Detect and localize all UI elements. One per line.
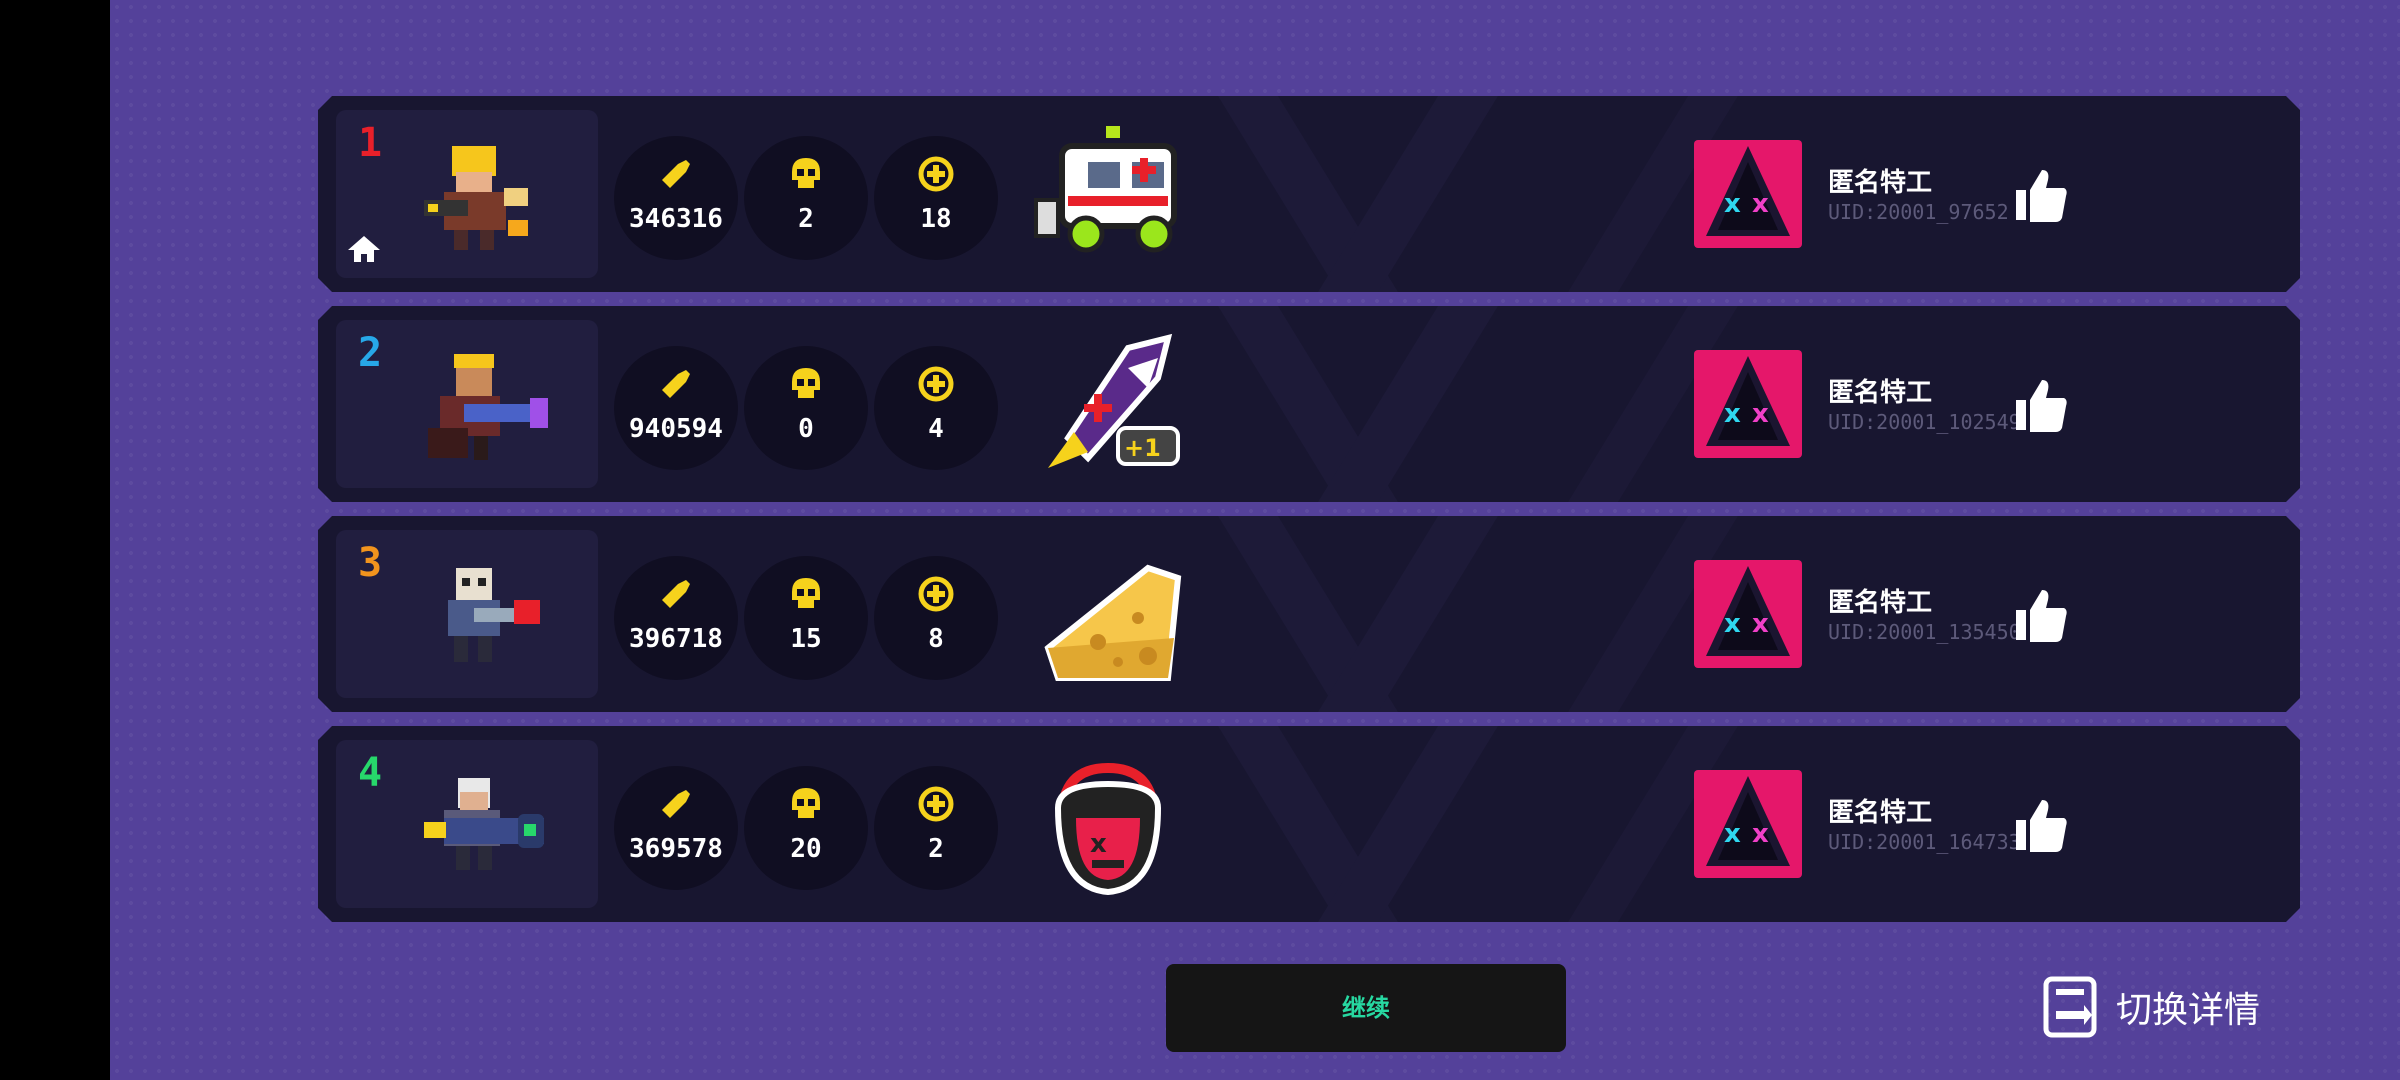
player-uid: UID:20001_97652	[1828, 200, 2009, 224]
ammo-stat: 940594	[614, 346, 738, 470]
svg-text:x: x	[1724, 189, 1741, 219]
ammo-value: 346316	[629, 204, 723, 234]
hero-panel: 4	[336, 740, 598, 908]
svg-text:x: x	[1752, 819, 1769, 849]
continue-button[interactable]: 继续	[1166, 964, 1566, 1052]
leaderboard-row: 1 346316 2 18 x x 匿名特工 UID:20001_97652	[318, 96, 2300, 292]
skull-icon	[786, 574, 826, 614]
svg-text:x: x	[1090, 829, 1107, 859]
svg-text:x: x	[1724, 399, 1741, 429]
rank-number: 4	[358, 750, 383, 796]
bullet-icon	[656, 364, 696, 404]
heals-value: 18	[920, 204, 952, 234]
hooded-agent-icon: x x	[1694, 770, 1802, 878]
skull-icon	[786, 154, 826, 194]
player-name: 匿名特工	[1828, 588, 1933, 618]
kills-value: 2	[798, 204, 814, 234]
game-screen: 1 346316 2 18 x x 匿名特工 UID:20001_97652 2…	[110, 0, 2400, 1080]
heals-stat: 4	[874, 346, 998, 470]
switch-details-label: 切换详情	[2116, 990, 2261, 1031]
kills-stat: 0	[744, 346, 868, 470]
heals-value: 4	[928, 414, 944, 444]
player-uid: UID:20001_164733	[1828, 830, 2021, 854]
switch-details-icon	[2043, 976, 2097, 1038]
bullet-icon	[656, 154, 696, 194]
leaderboard-row: 4 369578 20 2 x x x 匿名特工 UID:20001_16473…	[318, 726, 2300, 922]
player-name: 匿名特工	[1828, 168, 1933, 198]
hooded-agent-icon: x x	[1694, 350, 1802, 458]
hero-sprite-icon	[414, 548, 554, 688]
rank-number: 1	[358, 120, 383, 166]
svg-text:x: x	[1724, 609, 1741, 639]
ambulance-icon	[1028, 118, 1188, 270]
skull-icon	[786, 364, 826, 404]
ammo-value: 940594	[629, 414, 723, 444]
hero-panel: 3	[336, 530, 598, 698]
player-avatar: x x	[1694, 770, 1802, 878]
player-uid: UID:20001_135450	[1828, 620, 2021, 644]
player-avatar: x x	[1694, 560, 1802, 668]
hero-panel: 1	[336, 110, 598, 278]
kills-stat: 15	[744, 556, 868, 680]
hooded-agent-icon: x x	[1694, 560, 1802, 668]
bullet-icon	[656, 784, 696, 824]
thumbs-up-icon[interactable]	[2010, 584, 2072, 646]
plus-circle-icon	[916, 574, 956, 614]
player-avatar: x x	[1694, 140, 1802, 248]
ammo-stat: 346316	[614, 136, 738, 260]
thumbs-up-icon[interactable]	[2010, 794, 2072, 856]
rank-number: 3	[358, 540, 383, 586]
hero-sprite-icon	[414, 128, 554, 268]
thumbs-up-icon[interactable]	[2010, 374, 2072, 436]
kills-value: 20	[790, 834, 822, 864]
bullet-icon	[656, 574, 696, 614]
ammo-stat: 396718	[614, 556, 738, 680]
heals-value: 2	[928, 834, 944, 864]
heals-stat: 2	[874, 766, 998, 890]
player-name: 匿名特工	[1828, 378, 1933, 408]
home-icon	[346, 232, 382, 266]
ammo-stat: 369578	[614, 766, 738, 890]
leaderboard-row: 2 940594 0 4 +1 x x 匿名特工 UID:20001_10254…	[318, 306, 2300, 502]
hero-sprite-icon	[414, 758, 554, 898]
skull-icon	[786, 784, 826, 824]
svg-text:+1: +1	[1124, 434, 1161, 462]
plus-circle-icon	[916, 364, 956, 404]
player-avatar: x x	[1694, 350, 1802, 458]
heals-stat: 18	[874, 136, 998, 260]
ammo-value: 396718	[629, 624, 723, 654]
kills-stat: 2	[744, 136, 868, 260]
player-name: 匿名特工	[1828, 798, 1933, 828]
kills-value: 15	[790, 624, 822, 654]
svg-text:x: x	[1752, 399, 1769, 429]
rank-number: 2	[358, 330, 383, 376]
thumbs-up-icon[interactable]	[2010, 164, 2072, 226]
leaderboard-row: 3 396718 15 8 x x 匿名特工 UID:20001_135450	[318, 516, 2300, 712]
plus-circle-icon	[916, 154, 956, 194]
switch-details-button[interactable]: 切换详情	[2042, 972, 2260, 1042]
kills-value: 0	[798, 414, 814, 444]
hero-sprite-icon	[414, 338, 554, 478]
plus-circle-icon	[916, 784, 956, 824]
svg-text:x: x	[1752, 609, 1769, 639]
svg-text:x: x	[1752, 189, 1769, 219]
heals-value: 8	[928, 624, 944, 654]
devil-headphones-icon: x	[1028, 748, 1188, 900]
hooded-agent-icon: x x	[1694, 140, 1802, 248]
player-uid: UID:20001_102549	[1828, 410, 2021, 434]
heals-stat: 8	[874, 556, 998, 680]
ammo-value: 369578	[629, 834, 723, 864]
kills-stat: 20	[744, 766, 868, 890]
cheese-icon	[1028, 538, 1188, 690]
shark-rocket-icon: +1	[1028, 328, 1188, 480]
svg-text:x: x	[1724, 819, 1741, 849]
hero-panel: 2	[336, 320, 598, 488]
